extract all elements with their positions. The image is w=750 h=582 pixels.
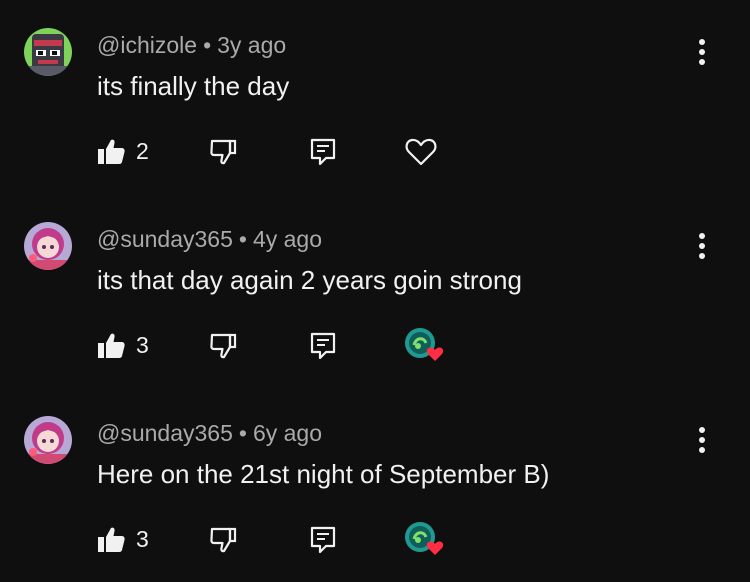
like-count: 2 [136,138,149,164]
author-name[interactable]: @ichizole [97,32,197,58]
comment-actions: 3 [0,522,750,556]
more-vertical-icon[interactable] [686,230,718,262]
comment-actions: 2 [0,134,750,168]
thumbs-up-icon [98,527,125,552]
reply-button[interactable] [308,328,338,362]
avatar-image [24,222,72,270]
author-name[interactable]: @sunday365 [97,420,233,446]
like-button[interactable]: 3 [96,522,149,556]
comment-meta: @sunday365 • 6y ago [97,419,322,447]
more-vertical-icon[interactable] [686,424,718,456]
comment-meta: @ichizole • 3y ago [97,31,286,59]
avatar-image [24,416,72,464]
comment-text: its finally the day [97,71,290,101]
reply-icon [310,332,336,360]
comment-text: its that day again 2 years goin strong [97,265,522,295]
thumbs-up-icon [98,333,125,358]
creator-avatar-heart-icon [405,522,444,555]
comment-actions: 3 [0,328,750,362]
thumbs-up-icon [98,139,125,164]
comment-time[interactable]: 4y ago [253,226,322,252]
thumbs-down-icon [210,333,237,359]
like-count: 3 [136,332,149,358]
comment-item: @sunday365 • 4y ago its that day again 2 y… [0,194,750,388]
comment-time[interactable]: 6y ago [253,420,322,446]
heart-icon [405,138,437,166]
comment-item: @ichizole • 3y ago its finally the day 2 [0,0,750,194]
creator-avatar-heart-icon [405,328,444,361]
reply-button[interactable] [308,522,338,556]
thumbs-down-icon [210,139,237,165]
reply-icon [310,138,336,166]
comment-meta: @sunday365 • 4y ago [97,225,322,253]
avatar[interactable] [24,28,72,76]
more-vertical-icon[interactable] [686,36,718,68]
comment-time[interactable]: 3y ago [217,32,286,58]
comment-text: Here on the 21st night of September B) [97,459,550,489]
dislike-button[interactable] [208,328,238,362]
avatar-image [24,28,72,76]
creator-heart-badge[interactable] [404,328,448,362]
reply-icon [310,526,336,554]
reply-button[interactable] [308,134,338,168]
dislike-button[interactable] [208,134,238,168]
like-button[interactable]: 2 [96,134,149,168]
comment-item: @sunday365 • 6y ago Here on the 21st night… [0,388,750,582]
heart-button[interactable] [404,134,438,168]
creator-heart-badge[interactable] [404,522,448,556]
meta-separator: • [203,32,212,58]
dislike-button[interactable] [208,522,238,556]
avatar[interactable] [24,416,72,464]
avatar[interactable] [24,222,72,270]
like-button[interactable]: 3 [96,328,149,362]
thumbs-down-icon [210,527,237,553]
meta-separator: • [238,226,247,252]
meta-separator: • [238,420,247,446]
author-name[interactable]: @sunday365 [97,226,233,252]
like-count: 3 [136,526,149,552]
